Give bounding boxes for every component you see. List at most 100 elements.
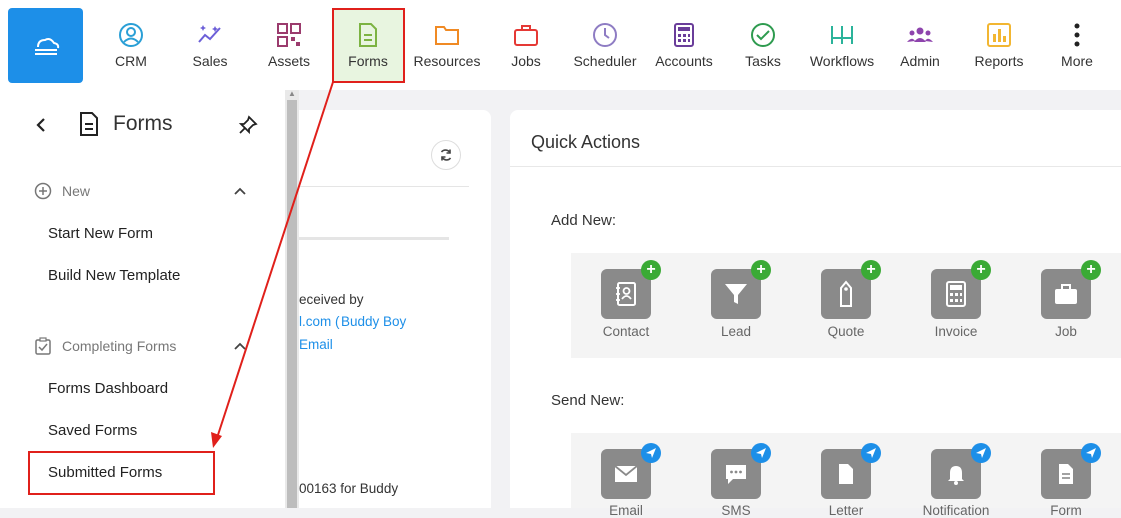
crm-icon	[119, 23, 143, 47]
forms-icon	[359, 23, 377, 47]
add-lead-label: Lead	[720, 324, 752, 339]
send-new-label: Send New:	[551, 392, 625, 409]
plus-badge-icon: +	[751, 260, 771, 280]
nav-scheduler[interactable]: Scheduler	[570, 8, 640, 83]
send-badge-icon	[861, 443, 881, 463]
folder-icon	[435, 26, 459, 45]
top-navigation	[0, 0, 1121, 90]
send-badge-icon	[971, 443, 991, 463]
nav-label: Resources	[413, 53, 481, 69]
nav-sales[interactable]: Sales	[178, 8, 242, 83]
add-quote-label: Quote	[827, 324, 865, 339]
section-new[interactable]: New	[34, 182, 90, 200]
nav-tasks[interactable]: Tasks	[731, 8, 795, 83]
quick-actions-title: Quick Actions	[531, 132, 641, 152]
send-badge-icon	[751, 443, 771, 463]
nav-label: Workflows	[809, 53, 875, 69]
plus-badge-icon: +	[971, 260, 991, 280]
nav-accounts[interactable]: Accounts	[650, 8, 718, 83]
funnel-icon	[725, 284, 747, 304]
app-logo[interactable]	[8, 8, 83, 83]
price-tag-icon	[840, 280, 852, 307]
refresh-button[interactable]	[431, 140, 461, 170]
calculator-icon	[946, 281, 966, 307]
plus-badge-icon: +	[861, 260, 881, 280]
email-link[interactable]: l.com (	[299, 314, 340, 329]
nav-label: Sales	[192, 53, 228, 69]
nav-label: Admin	[900, 53, 940, 69]
submitted-forms-highlight	[28, 451, 215, 495]
panel-tab-underline	[299, 237, 449, 240]
sidebar-title: Forms	[113, 112, 173, 135]
section-new-label: New	[62, 183, 91, 199]
send-badge-icon	[641, 443, 661, 463]
send-notification-label: Notification	[922, 503, 990, 518]
users-group-icon	[907, 27, 933, 42]
envelope-icon	[614, 465, 638, 482]
nav-crm[interactable]: CRM	[99, 8, 163, 83]
send-email-label: Email	[609, 503, 643, 518]
quick-actions-divider	[510, 166, 1121, 167]
section-completing-label: Completing Forms	[62, 338, 177, 354]
add-job-label: Job	[1055, 324, 1077, 339]
scrollbar-thumb[interactable]	[287, 100, 297, 508]
cloud-logo-icon	[34, 37, 59, 55]
plus-badge-icon: +	[641, 260, 661, 280]
briefcase-icon	[514, 25, 538, 46]
sales-icon	[198, 25, 221, 43]
reports-chart-icon	[987, 23, 1011, 47]
qr-code-icon	[277, 23, 301, 47]
nav-label: Scheduler	[573, 53, 637, 69]
clock-icon	[593, 23, 617, 47]
activity-text: 00163 for Buddy	[299, 481, 399, 496]
email-action-link[interactable]: Email	[299, 337, 333, 352]
section-completing-forms[interactable]: Completing Forms	[34, 337, 176, 355]
nav-label: Forms	[348, 53, 388, 69]
contact-book-icon	[616, 282, 636, 306]
build-new-template-link[interactable]: Build New Template	[48, 267, 180, 284]
send-sms-label: SMS	[721, 503, 751, 518]
form-document-icon	[1059, 464, 1073, 484]
more-vertical-icon	[1074, 23, 1080, 47]
send-badge-icon	[1081, 443, 1101, 463]
add-contact-label: Contact	[602, 324, 650, 339]
activity-panel	[299, 110, 491, 508]
add-invoice-label: Invoice	[934, 324, 978, 339]
start-new-form-link[interactable]: Start New Form	[48, 225, 153, 242]
nav-label: Tasks	[745, 53, 781, 69]
saved-forms-link[interactable]: Saved Forms	[48, 422, 137, 439]
refresh-icon	[440, 149, 452, 161]
plus-badge-icon: +	[1081, 260, 1101, 280]
add-new-label: Add New:	[551, 212, 617, 229]
briefcase-icon	[1055, 284, 1077, 304]
chevron-up-icon[interactable]	[233, 184, 247, 198]
chevron-up-icon[interactable]	[233, 339, 247, 353]
document-icon	[839, 464, 853, 484]
pin-icon[interactable]	[237, 114, 259, 136]
back-chevron-icon[interactable]	[34, 116, 48, 134]
nav-assets[interactable]: Assets	[257, 8, 321, 83]
nav-admin[interactable]: Admin	[888, 8, 952, 83]
forms-dashboard-link[interactable]: Forms Dashboard	[48, 380, 168, 397]
nav-label: CRM	[115, 53, 147, 69]
plus-circle-icon	[34, 182, 52, 200]
check-circle-icon	[751, 23, 775, 47]
scroll-up-arrow-icon[interactable]: ▲	[288, 90, 296, 98]
send-form-label: Form	[1050, 503, 1082, 518]
nav-reports[interactable]: Reports	[967, 8, 1031, 83]
workflows-icon	[831, 26, 853, 44]
nav-jobs[interactable]: Jobs	[494, 8, 558, 83]
nav-workflows[interactable]: Workflows	[806, 8, 878, 83]
forms-sidebar	[0, 90, 285, 508]
calculator-icon	[674, 23, 694, 47]
clipboard-check-icon	[35, 337, 51, 355]
send-letter-label: Letter	[828, 503, 864, 518]
contact-name-link[interactable]: Buddy Boy	[341, 314, 406, 329]
nav-resources[interactable]: Resources	[412, 8, 482, 83]
nav-more[interactable]: More	[1045, 8, 1109, 83]
chat-bubble-icon	[726, 465, 746, 484]
nav-label: Accounts	[655, 53, 713, 69]
nav-label: Jobs	[511, 53, 541, 69]
forms-document-icon	[80, 112, 98, 136]
nav-forms[interactable]: Forms	[336, 8, 400, 83]
